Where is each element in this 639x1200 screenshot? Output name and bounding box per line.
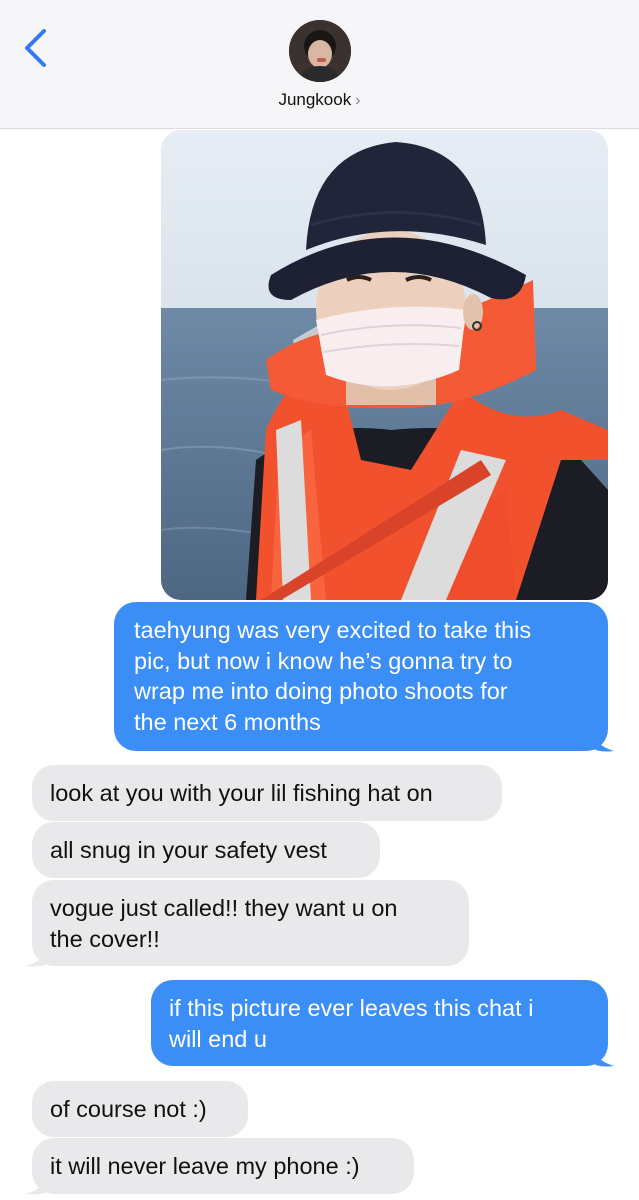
received-message-bubble[interactable]: all snug in your safety vest: [32, 822, 380, 878]
message-text-line: will end u: [169, 1025, 267, 1052]
message-text-line: vogue just called!! they want u on: [50, 895, 398, 921]
message-text-line: it will never leave my phone :): [50, 1153, 360, 1179]
contact-name: Jungkook: [278, 90, 352, 109]
contact-name-button[interactable]: Jungkook ›: [0, 90, 639, 110]
message-text-line: the next 6 months: [134, 708, 321, 735]
message-text-line: the cover!!: [50, 925, 160, 952]
contact-avatar[interactable]: [289, 20, 351, 82]
message-text-line: wrap me into doing photo shoots for: [134, 678, 508, 704]
sent-message-bubble[interactable]: if this picture ever leaves this chat i …: [151, 980, 608, 1066]
message-text-line: of course not :): [50, 1096, 207, 1122]
chevron-left-icon: [25, 29, 46, 67]
message-text-line: look at you with your lil fishing hat on: [50, 780, 433, 806]
received-message-bubble[interactable]: of course not :): [32, 1081, 248, 1137]
sent-message-bubble[interactable]: taehyung was very excited to take this p…: [114, 602, 608, 751]
received-message-bubble[interactable]: it will never leave my phone :): [32, 1138, 414, 1194]
received-message-bubble[interactable]: vogue just called!! they want u on the c…: [32, 880, 469, 966]
chevron-right-icon: ›: [355, 92, 361, 109]
photo-attachment[interactable]: [161, 130, 608, 600]
conversation-header: Jungkook ›: [0, 0, 639, 129]
back-button[interactable]: [18, 26, 54, 70]
message-text-line: if this picture ever leaves this chat i: [169, 995, 534, 1021]
received-message-bubble[interactable]: look at you with your lil fishing hat on: [32, 765, 502, 821]
message-text-line: all snug in your safety vest: [50, 837, 327, 863]
photo-image: [161, 130, 608, 600]
avatar-icon: [289, 20, 351, 82]
message-text-line: taehyung was very excited to take this: [134, 617, 532, 643]
message-text-line: pic, but now i know he’s gonna try to: [134, 647, 513, 674]
